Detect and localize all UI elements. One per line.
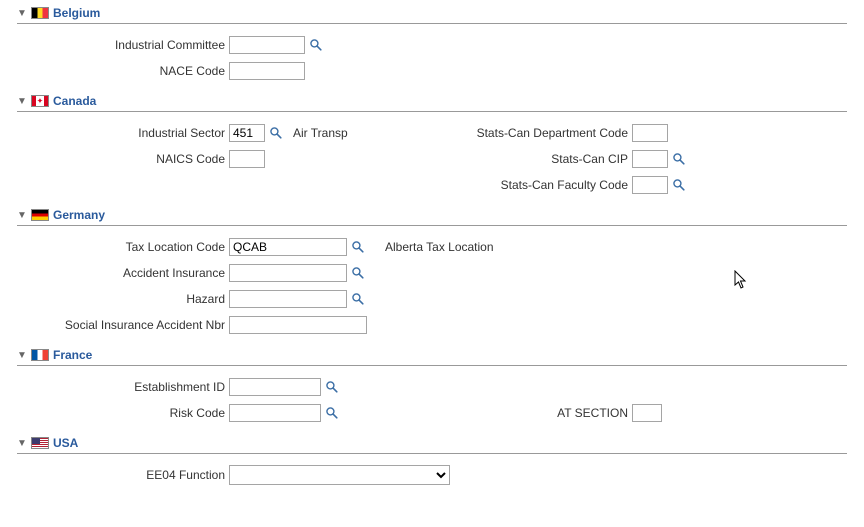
collapse-icon[interactable]: ▼ [17,210,29,221]
flag-belgium-icon [31,7,49,19]
label-ee04-function: EE04 Function [17,468,229,482]
input-social-ins-accident-nbr[interactable] [229,316,367,334]
collapse-icon[interactable]: ▼ [17,350,29,361]
input-stats-can-faculty[interactable] [632,176,668,194]
section-belgium: ▼ Belgium Industrial Committee NACE Code [17,4,847,84]
lookup-icon[interactable] [309,38,323,52]
label-at-section: AT SECTION [432,406,632,420]
row-stats-can-faculty: Stats-Can Faculty Code [432,172,847,198]
input-establishment-id[interactable] [229,378,321,396]
input-risk-code[interactable] [229,404,321,422]
label-industrial-sector: Industrial Sector [17,126,229,140]
row-accident-insurance: Accident Insurance [17,260,847,286]
label-nace-code: NACE Code [17,64,229,78]
label-hazard: Hazard [17,292,229,306]
row-at-section: AT SECTION [432,400,847,426]
lookup-icon[interactable] [351,266,365,280]
section-title: Germany [53,208,105,222]
input-industrial-sector[interactable] [229,124,265,142]
input-nace-code[interactable] [229,62,305,80]
lookup-icon[interactable] [325,406,339,420]
section-header-germany[interactable]: ▼ Germany [17,206,847,226]
input-hazard[interactable] [229,290,347,308]
row-establishment-id: Establishment ID [17,374,432,400]
row-nace-code: NACE Code [17,58,847,84]
row-stats-can-dept: Stats-Can Department Code [432,120,847,146]
row-industrial-sector: Industrial Sector Air Transp [17,120,432,146]
label-stats-can-dept: Stats-Can Department Code [432,126,632,140]
row-social-ins-accident-nbr: Social Insurance Accident Nbr [17,312,847,338]
input-stats-can-dept[interactable] [632,124,668,142]
label-risk-code: Risk Code [17,406,229,420]
collapse-icon[interactable]: ▼ [17,96,29,107]
input-stats-can-cip[interactable] [632,150,668,168]
flag-usa-icon [31,437,49,449]
input-at-section[interactable] [632,404,662,422]
select-ee04-function[interactable] [229,465,450,485]
row-industrial-committee: Industrial Committee [17,32,847,58]
label-establishment-id: Establishment ID [17,380,229,394]
input-industrial-committee[interactable] [229,36,305,54]
section-germany: ▼ Germany Tax Location Code Alberta Tax … [17,206,847,338]
lookup-icon[interactable] [351,292,365,306]
lookup-icon[interactable] [672,152,686,166]
section-header-france[interactable]: ▼ France [17,346,847,366]
row-naics-code: NAICS Code [17,146,432,172]
input-tax-location[interactable] [229,238,347,256]
section-header-canada[interactable]: ▼ Canada [17,92,847,112]
section-usa: ▼ USA EE04 Function [17,434,847,488]
section-title: Canada [53,94,96,108]
label-stats-can-cip: Stats-Can CIP [432,152,632,166]
label-social-ins-accident-nbr: Social Insurance Accident Nbr [17,318,229,332]
row-tax-location: Tax Location Code Alberta Tax Location [17,234,847,260]
section-france: ▼ France Establishment ID Risk Code AT S… [17,346,847,426]
section-title: USA [53,436,78,450]
section-title: France [53,348,92,362]
input-accident-insurance[interactable] [229,264,347,282]
flag-france-icon [31,349,49,361]
row-risk-code: Risk Code [17,400,432,426]
input-naics-code[interactable] [229,150,265,168]
label-stats-can-faculty: Stats-Can Faculty Code [432,178,632,192]
section-header-belgium[interactable]: ▼ Belgium [17,4,847,24]
label-naics-code: NAICS Code [17,152,229,166]
label-accident-insurance: Accident Insurance [17,266,229,280]
section-canada: ▼ Canada Industrial Sector Air Transp NA… [17,92,847,198]
row-spacer [432,374,847,400]
row-stats-can-cip: Stats-Can CIP [432,146,847,172]
lookup-icon[interactable] [325,380,339,394]
collapse-icon[interactable]: ▼ [17,438,29,449]
desc-tax-location: Alberta Tax Location [385,240,494,254]
row-hazard: Hazard [17,286,847,312]
label-industrial-committee: Industrial Committee [17,38,229,52]
lookup-icon[interactable] [672,178,686,192]
lookup-icon[interactable] [351,240,365,254]
desc-industrial-sector: Air Transp [293,126,348,140]
section-title: Belgium [53,6,100,20]
lookup-icon[interactable] [269,126,283,140]
section-header-usa[interactable]: ▼ USA [17,434,847,454]
row-ee04-function: EE04 Function [17,462,847,488]
collapse-icon[interactable]: ▼ [17,8,29,19]
flag-canada-icon [31,95,49,107]
label-tax-location: Tax Location Code [17,240,229,254]
flag-germany-icon [31,209,49,221]
